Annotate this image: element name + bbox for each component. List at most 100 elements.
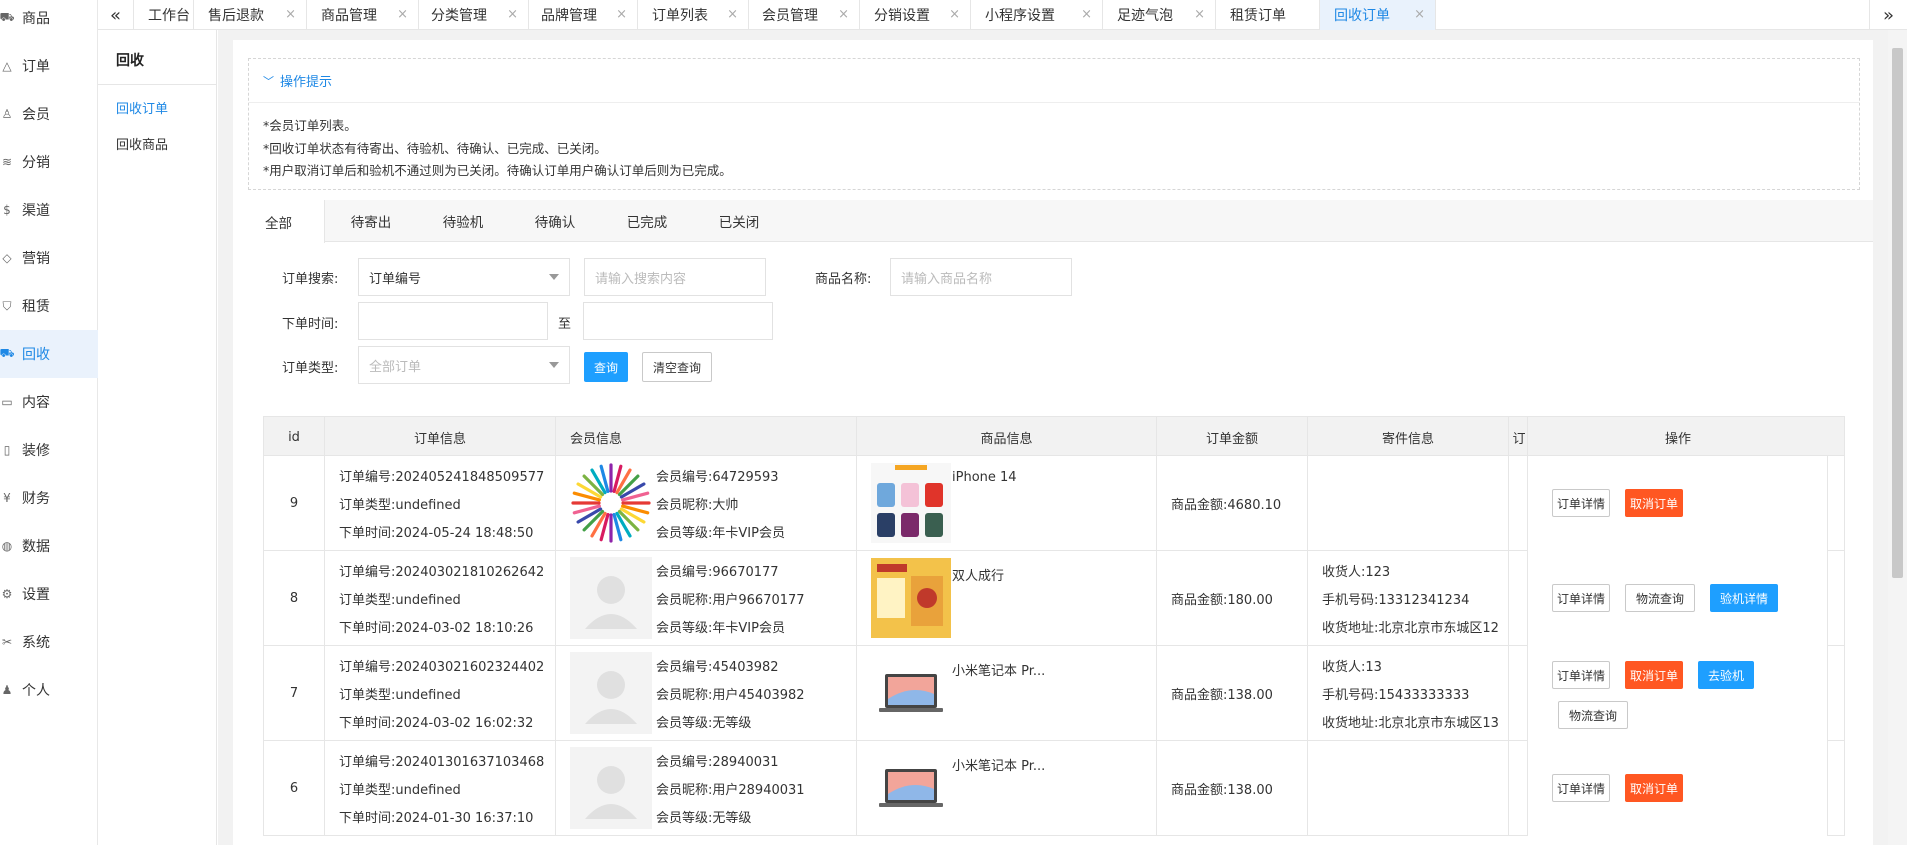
tabs-scroll-right-icon[interactable]: » [1869,0,1907,30]
order-time: 下单时间:2024-05-24 18:48:50 [339,526,534,541]
nav-item-2[interactable]: ♙ 会员 [0,90,98,138]
diamond-icon: ◇ [2,251,12,265]
nav-item-label: 设置 [22,587,50,603]
tab-2[interactable]: 商品管理 × [307,0,419,30]
tab-pending-confirm[interactable]: 待确认 [509,200,601,242]
tab-11[interactable]: 回收订单 × [1320,0,1436,30]
close-icon[interactable]: × [507,7,518,22]
action-button[interactable]: 取消订单 [1625,661,1683,689]
tab-9[interactable]: 足迹气泡 × [1103,0,1216,30]
close-icon[interactable]: × [949,7,960,22]
tab-completed[interactable]: 已完成 [601,200,693,242]
nav-item-6[interactable]: ⛉ 租赁 [0,282,98,330]
action-button[interactable]: 订单详情 [1552,489,1610,517]
user-icon: ♙ [1,107,13,121]
action-button[interactable]: 物流查询 [1625,584,1695,612]
order-type: 订单类型:undefined [339,783,461,798]
order-info-cell: 订单编号:202401301637103468 订单类型:undefined 下… [325,741,556,836]
product-image [871,463,951,543]
tips-toggle[interactable]: ﹀ 操作提示 [249,59,1859,103]
nav-item-10[interactable]: ¥ 财务 [0,474,98,522]
order-amount: 商品金额:138.00 [1157,741,1308,836]
close-icon[interactable]: × [1081,7,1092,22]
member-nickname: 会员昵称:大帅 [656,498,739,513]
page-scrollbar[interactable] [1888,30,1907,845]
tab-5[interactable]: 订单列表 × [638,0,749,30]
tab-pending-inspect[interactable]: 待验机 [417,200,509,242]
action-button[interactable]: 取消订单 [1625,774,1683,802]
nav-item-0[interactable]: ⛟ 商品 [0,0,98,42]
action-button[interactable]: 去验机 [1698,661,1754,689]
avatar [570,462,652,544]
nav-item-7[interactable]: ⛟ 回收 [0,330,98,378]
action-button[interactable]: 订单详情 [1552,584,1610,612]
member-nickname: 会员昵称:用户96670177 [656,593,805,608]
action-button[interactable]: 取消订单 [1625,489,1683,517]
nav-item-13[interactable]: ✂ 系统 [0,618,98,666]
row-id: 6 [264,741,325,836]
member-number: 会员编号:28940031 [656,755,779,770]
search-type-select[interactable]: 订单编号 [358,258,570,296]
product-name-input[interactable]: 请输入商品名称 [890,258,1072,296]
product-info-cell: iPhone 14 [857,456,1157,551]
person-icon: ♟ [1,683,13,697]
action-button[interactable]: 订单详情 [1552,774,1610,802]
search-input[interactable]: 请输入搜索内容 [584,258,766,296]
close-icon[interactable]: × [727,7,738,22]
member-level: 会员等级:年卡VIP会员 [656,526,785,541]
cart-icon: ⛟ [0,10,15,24]
nav-item-4[interactable]: $ 渠道 [0,186,98,234]
close-icon[interactable]: × [616,7,627,22]
nav-item-9[interactable]: ▯ 装修 [0,426,98,474]
action-button[interactable]: 验机详情 [1710,584,1778,612]
close-icon[interactable]: × [285,7,296,22]
tabs-scroll-left-icon[interactable]: « [98,0,134,30]
member-level: 会员等级:无等级 [656,811,752,826]
action-button[interactable]: 物流查询 [1558,701,1628,729]
member-number: 会员编号:96670177 [656,565,779,580]
col-member-info: 会员信息 [556,417,857,457]
close-icon[interactable]: × [1194,7,1205,22]
tab-label: 订单列表 [652,8,708,24]
tab-pending-ship[interactable]: 待寄出 [325,200,417,242]
close-icon[interactable]: × [838,7,849,22]
order-time: 下单时间:2024-03-02 18:10:26 [339,621,534,636]
order-number: 订单编号:202405241848509577 [339,470,545,485]
nav-item-8[interactable]: ▭ 内容 [0,378,98,426]
nav-item-14[interactable]: ♟ 个人 [0,666,98,714]
sub-sidebar: 回收 回收订单 回收商品 [98,30,217,845]
truncated-cell [1509,646,1529,741]
end-date-input[interactable] [583,302,773,340]
tab-0[interactable]: 工作台 [134,0,194,30]
order-info-cell: 订单编号:202403021602324402 订单类型:undefined 下… [325,646,556,741]
start-date-input[interactable] [358,302,548,340]
tab-closed[interactable]: 已关闭 [693,200,785,242]
sub-sidebar-item-recycle-orders[interactable]: 回收订单 [116,98,168,117]
sub-sidebar-item-recycle-products[interactable]: 回收商品 [116,134,168,153]
tab-label: 小程序设置 [985,8,1055,24]
avatar [570,557,652,639]
tab-7[interactable]: 分销设置 × [860,0,971,30]
close-icon[interactable]: × [397,7,408,22]
order-type-select[interactable]: 全部订单 [358,346,570,384]
operation-tips: ﹀ 操作提示 *会员订单列表。 *回收订单状态有待寄出、待验机、待确认、已完成、… [248,58,1860,190]
nav-item-1[interactable]: △ 订单 [0,42,98,90]
clear-query-button[interactable]: 清空查询 [642,352,712,382]
tab-all[interactable]: 全部 [233,200,325,243]
tab-1[interactable]: 售后退款 × [194,0,307,30]
close-icon[interactable]: × [1414,7,1425,22]
nav-item-5[interactable]: ◇ 营销 [0,234,98,282]
action-button[interactable]: 订单详情 [1552,661,1610,689]
nav-item-11[interactable]: ◍ 数据 [0,522,98,570]
nav-item-12[interactable]: ⚙ 设置 [0,570,98,618]
tab-6[interactable]: 会员管理 × [748,0,860,30]
date-separator: 至 [558,317,572,332]
tab-10[interactable]: 租赁订单 [1216,0,1320,30]
tab-3[interactable]: 分类管理 × [417,0,529,30]
member-number: 会员编号:64729593 [656,470,779,485]
scrollbar-thumb[interactable] [1892,48,1903,578]
tab-8[interactable]: 小程序设置 × [971,0,1103,30]
query-button[interactable]: 查询 [584,352,628,382]
tab-4[interactable]: 品牌管理 × [527,0,638,30]
nav-item-3[interactable]: ≋ 分销 [0,138,98,186]
